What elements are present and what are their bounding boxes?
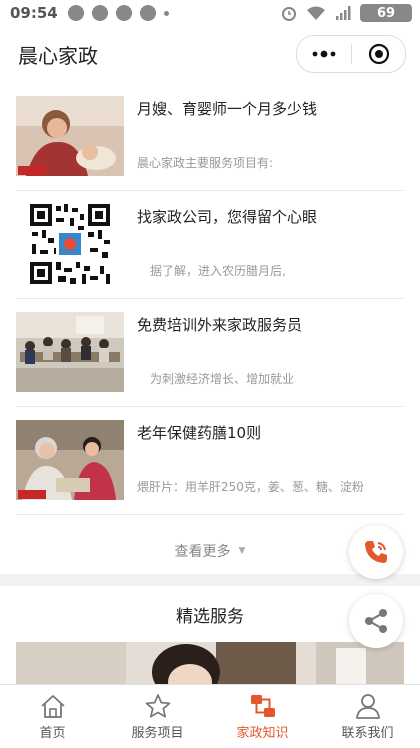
article-item[interactable]: 老年保健药膳10则 煨肝片：用羊肝250克，姜、葱、糖、淀粉 [16,406,404,515]
article-list: 月嫂、育婴师一个月多少钱 晨心家政主要服务项目有: 找家政公司，您得留个心眼 据… [0,82,420,574]
paw-icon [115,5,132,21]
tab-contact[interactable]: 联系我们 [315,685,420,748]
article-item[interactable]: 月嫂、育婴师一个月多少钱 晨心家政主要服务项目有: [16,82,404,191]
view-more-label: 查看更多 [174,544,231,560]
wifi-icon [307,6,325,20]
tab-label: 家政知识 [236,725,289,741]
signal-icon [336,6,351,20]
notification-icons [67,5,169,21]
more-icon[interactable] [297,36,351,72]
article-title: 老年保健药膳10则 [137,424,262,442]
share-button[interactable] [349,594,403,648]
status-bar: 09:54 69 [0,0,420,26]
page-title: 晨心家政 [18,43,98,68]
article-title: 月嫂、育婴师一个月多少钱 [137,100,318,118]
article-item[interactable]: 找家政公司，您得留个心眼 据了解，进入农历腊月后, [16,190,404,299]
close-target-icon[interactable] [352,36,405,72]
tab-label: 服务项目 [131,725,184,741]
sitemap-icon [250,694,275,717]
article-thumbnail [16,96,124,176]
wechat-icon [67,5,84,21]
tab-bar: 首页 服务项目 家政知识 联系我们 [0,684,420,748]
featured-image[interactable] [16,642,404,684]
user-icon [355,693,380,719]
article-thumbnail [16,312,124,392]
article-item[interactable]: 免费培训外来家政服务员 为刺激经济增长、增加就业 [16,298,404,407]
tab-knowledge[interactable]: 家政知识 [210,685,315,748]
navbar: 晨心家政 [0,26,420,82]
article-thumbnail [16,420,124,500]
article-title: 免费培训外来家政服务员 [137,316,303,334]
article-title: 找家政公司，您得留个心眼 [137,208,318,226]
message-icon [91,5,108,21]
home-icon [40,694,65,718]
article-summary: 煨肝片：用羊肝250克，姜、葱、糖、淀粉 [137,480,364,494]
status-time: 09:54 [10,4,58,22]
battery-indicator: 69 [360,4,412,22]
share-icon [365,609,387,633]
article-thumbnail [16,204,124,284]
phone-icon [365,541,387,563]
phone-call-button[interactable] [349,525,403,579]
article-summary: 晨心家政主要服务项目有: [137,156,274,170]
mini-program-capsule [296,35,406,73]
tab-home[interactable]: 首页 [0,685,105,748]
tab-services[interactable]: 服务项目 [105,685,210,748]
article-summary: 据了解，进入农历腊月后, [150,264,286,278]
caret-down-icon: ▼ [238,546,246,556]
alarm-icon [282,7,296,21]
star-icon [145,693,170,718]
tab-label: 联系我们 [341,725,394,741]
tab-label: 首页 [39,725,66,741]
dot-icon [163,10,169,16]
article-summary: 为刺激经济增长、增加就业 [150,372,295,386]
chat-icon [139,5,156,21]
